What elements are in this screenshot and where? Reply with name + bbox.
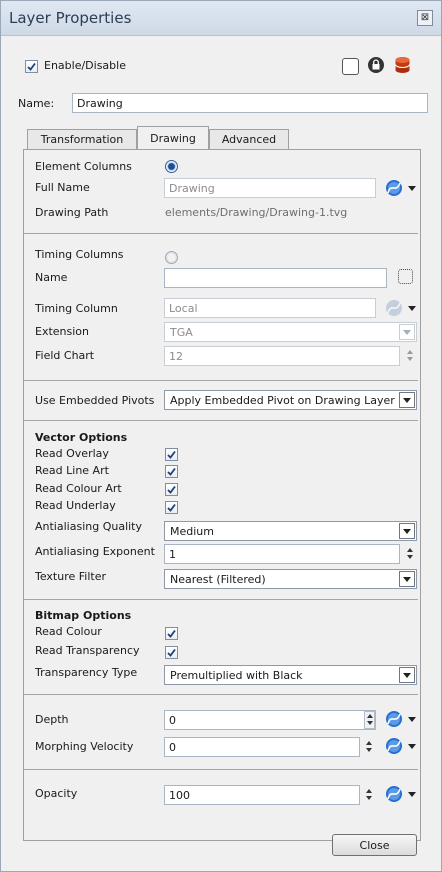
chevron-down-icon[interactable]: [408, 306, 416, 311]
morphing-velocity-stepper[interactable]: [365, 739, 375, 755]
read-underlay-checkbox[interactable]: [165, 501, 178, 514]
depth-stepper[interactable]: [364, 711, 375, 729]
timing-column-field[interactable]: Local: [164, 298, 376, 318]
depth-input[interactable]: 0: [164, 710, 376, 730]
embedded-pivots-value: Apply Embedded Pivot on Drawing Layer: [170, 394, 395, 407]
timing-name-input[interactable]: [164, 268, 387, 288]
timing-columns-label: Timing Columns: [35, 248, 124, 261]
chevron-down-icon: [399, 392, 415, 408]
divider: [24, 233, 418, 234]
enable-checkbox[interactable]: [25, 60, 38, 73]
read-colour-art-checkbox[interactable]: [165, 483, 178, 496]
read-line-art-label: Read Line Art: [35, 464, 109, 477]
outline-toggle-icon[interactable]: [342, 58, 359, 75]
antialiasing-exponent-stepper[interactable]: [406, 546, 416, 562]
chevron-down-icon: [399, 324, 415, 340]
full-name-field[interactable]: Drawing: [164, 178, 376, 198]
opacity-label: Opacity: [35, 787, 78, 800]
divider: [24, 694, 418, 695]
title-bar[interactable]: Layer Properties ⊠: [1, 1, 441, 36]
bitmap-options-heading: Bitmap Options: [35, 609, 132, 622]
full-name-label: Full Name: [35, 181, 90, 194]
read-underlay-label: Read Underlay: [35, 499, 116, 512]
antialiasing-exponent-input[interactable]: 1: [164, 544, 400, 564]
function-curve-icon[interactable]: [385, 710, 403, 728]
drawing-path-value: elements/Drawing/Drawing-1.tvg: [165, 206, 348, 219]
field-chart-stepper[interactable]: [406, 348, 416, 364]
chevron-down-icon[interactable]: [408, 792, 416, 797]
element-columns-radio[interactable]: [165, 160, 178, 173]
chevron-down-icon: [399, 571, 415, 587]
extension-dropdown[interactable]: TGA: [164, 322, 417, 342]
antialiasing-quality-label: Antialiasing Quality: [35, 520, 143, 533]
chevron-down-icon[interactable]: [408, 717, 416, 722]
tab-advanced[interactable]: Advanced: [209, 129, 289, 149]
read-transparency-checkbox[interactable]: [165, 646, 178, 659]
chevron-down-icon: [399, 523, 415, 539]
embedded-pivots-dropdown[interactable]: Apply Embedded Pivot on Drawing Layer: [164, 390, 417, 410]
divider: [24, 380, 418, 381]
read-colour-art-label: Read Colour Art: [35, 482, 122, 495]
opacity-input[interactable]: 100: [164, 785, 360, 805]
extension-label: Extension: [35, 325, 90, 338]
divider: [24, 769, 418, 770]
read-line-art-checkbox[interactable]: [165, 465, 178, 478]
select-column-icon[interactable]: [398, 269, 413, 284]
timing-columns-radio[interactable]: [165, 251, 178, 264]
divider: [24, 420, 418, 421]
close-button[interactable]: Close: [332, 834, 417, 856]
field-chart-field[interactable]: 12: [164, 346, 400, 366]
opacity-stepper[interactable]: [365, 787, 375, 803]
layer-name-input[interactable]: Drawing: [72, 93, 428, 113]
tab-transformation[interactable]: Transformation: [27, 129, 137, 149]
read-colour-checkbox[interactable]: [165, 627, 178, 640]
morphing-velocity-input[interactable]: 0: [164, 737, 360, 757]
lock-icon[interactable]: [367, 56, 385, 74]
extension-value: TGA: [170, 326, 193, 339]
read-overlay-checkbox[interactable]: [165, 448, 178, 461]
function-curve-icon[interactable]: [385, 299, 403, 317]
database-icon[interactable]: [393, 55, 412, 75]
enable-label: Enable/Disable: [44, 59, 126, 72]
layer-properties-window: Layer Properties ⊠ Enable/Disable Name: …: [0, 0, 442, 872]
function-curve-icon[interactable]: [385, 785, 403, 803]
function-curve-icon[interactable]: [385, 179, 403, 197]
timing-column-label: Timing Column: [35, 302, 118, 315]
divider: [24, 599, 418, 600]
drawing-path-label: Drawing Path: [35, 206, 109, 219]
read-overlay-label: Read Overlay: [35, 447, 109, 460]
function-curve-icon[interactable]: [385, 737, 403, 755]
depth-label: Depth: [35, 713, 69, 726]
transparency-type-value: Premultiplied with Black: [170, 669, 303, 682]
antialiasing-quality-value: Medium: [170, 525, 214, 538]
texture-filter-dropdown[interactable]: Nearest (Filtered): [164, 569, 417, 589]
element-columns-label: Element Columns: [35, 160, 132, 173]
vector-options-heading: Vector Options: [35, 431, 128, 444]
morphing-velocity-label: Morphing Velocity: [35, 740, 134, 753]
tab-drawing[interactable]: Drawing: [137, 126, 209, 150]
field-chart-label: Field Chart: [35, 349, 95, 362]
depth-stepper-arrows: [366, 712, 376, 728]
timing-name-label: Name: [35, 271, 68, 284]
read-transparency-label: Read Transparency: [35, 644, 140, 657]
embedded-pivots-label: Use Embedded Pivots: [35, 394, 155, 407]
chevron-down-icon[interactable]: [408, 186, 416, 191]
chevron-down-icon: [399, 667, 415, 683]
read-colour-label: Read Colour: [35, 625, 102, 638]
chevron-down-icon[interactable]: [408, 744, 416, 749]
close-icon[interactable]: ⊠: [417, 10, 433, 26]
name-label: Name:: [18, 97, 55, 110]
antialiasing-exponent-label: Antialiasing Exponent: [35, 545, 155, 558]
transparency-type-label: Transparency Type: [35, 666, 138, 679]
antialiasing-quality-dropdown[interactable]: Medium: [164, 521, 417, 541]
texture-filter-label: Texture Filter: [35, 570, 107, 583]
window-title: Layer Properties: [9, 9, 132, 27]
transparency-type-dropdown[interactable]: Premultiplied with Black: [164, 665, 417, 685]
texture-filter-value: Nearest (Filtered): [170, 573, 266, 586]
